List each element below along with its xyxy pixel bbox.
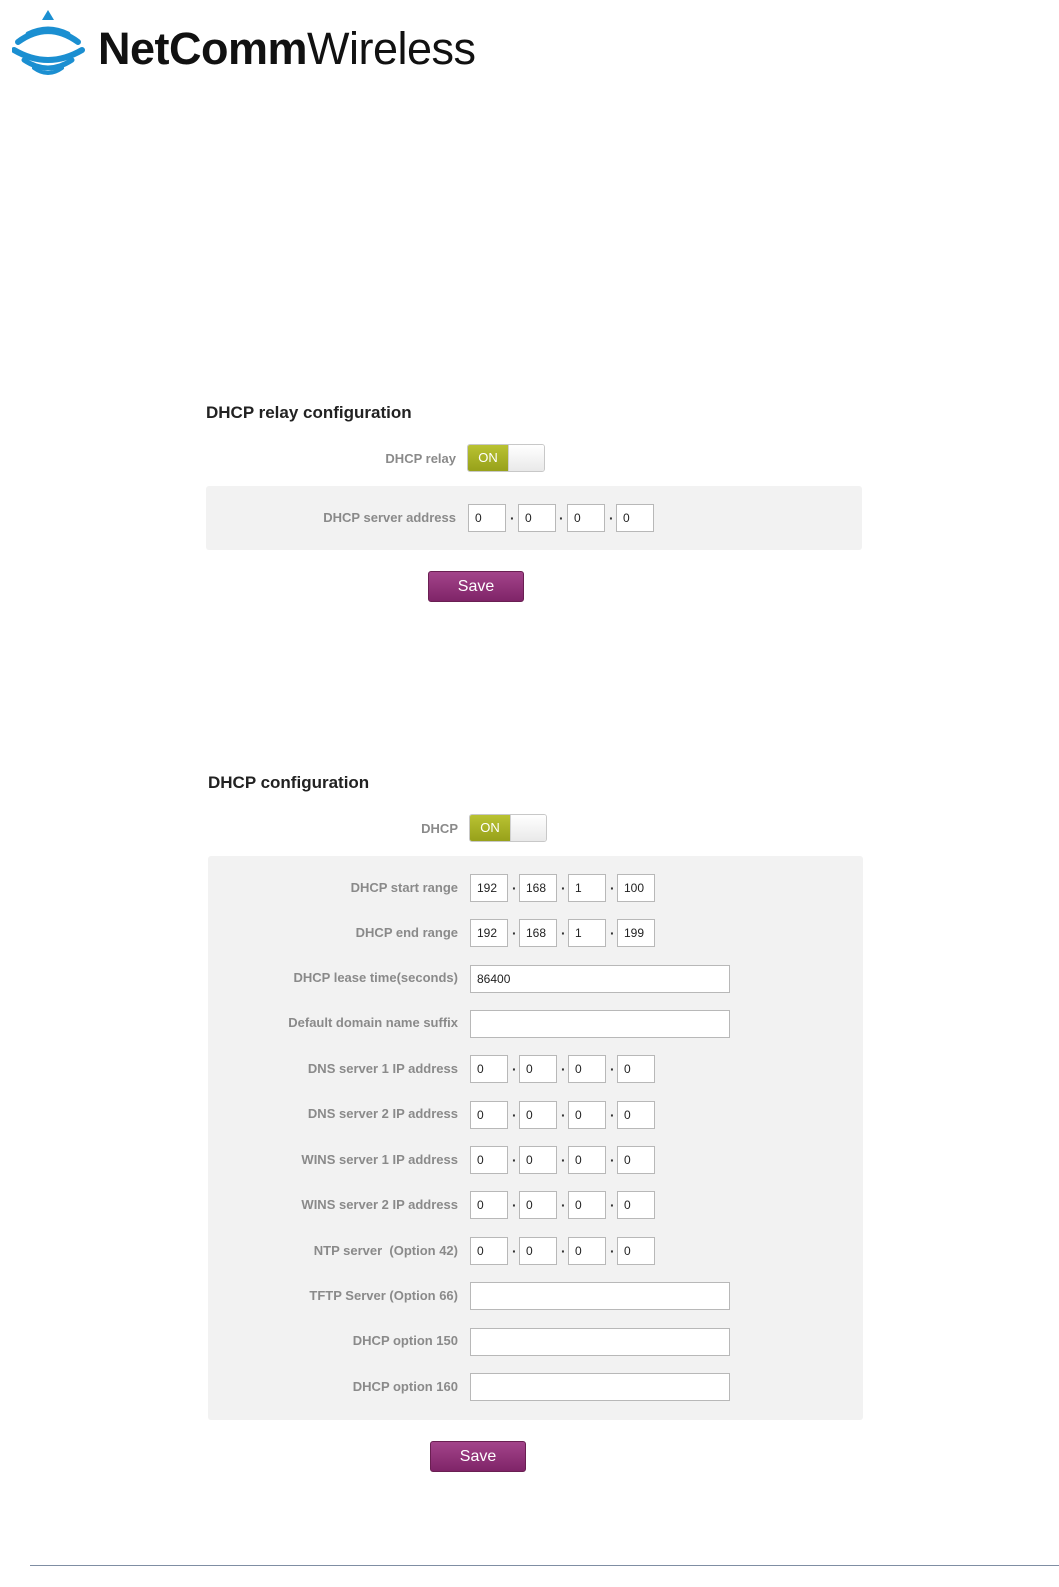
dhcp-lease-time-label: DHCP lease time(seconds) <box>293 970 459 985</box>
tftp-server-label: TFTP Server (Option 66) <box>309 1288 458 1303</box>
octet-separator: · <box>561 1243 566 1259</box>
octet-separator: · <box>561 1152 566 1168</box>
octet-separator: · <box>609 510 614 526</box>
relay-save-button[interactable]: Save <box>428 571 524 602</box>
dhcp-start-range-label: DHCP start range <box>350 880 458 895</box>
end-octet-2[interactable] <box>519 919 557 947</box>
octet-separator: · <box>512 880 517 896</box>
dns-server-2-label: DNS server 2 IP address <box>307 1106 458 1121</box>
wins1-octet-3[interactable] <box>568 1146 606 1174</box>
octet-separator: · <box>561 925 566 941</box>
relay-section-title: DHCP relay configuration <box>206 403 412 422</box>
wins2-octet-3[interactable] <box>568 1191 606 1219</box>
dhcp-option-150-input[interactable] <box>470 1328 730 1356</box>
ntp-octet-4[interactable] <box>617 1237 655 1265</box>
octet-separator: · <box>561 1107 566 1123</box>
octet-separator: · <box>561 1061 566 1077</box>
wifi-tower-logo-icon <box>12 10 85 75</box>
wins2-octet-4[interactable] <box>617 1191 655 1219</box>
octet-separator: · <box>512 1243 517 1259</box>
dhcp-option-160-label: DHCP option 160 <box>352 1379 458 1394</box>
netcomm-logo: NetCommWireless <box>12 10 502 76</box>
dns1-octet-3[interactable] <box>568 1055 606 1083</box>
start-octet-1[interactable] <box>470 874 508 902</box>
octet-separator: · <box>512 1152 517 1168</box>
dns2-octet-3[interactable] <box>568 1101 606 1129</box>
brand-name: NetCommWireless <box>98 24 476 74</box>
ntp-octet-2[interactable] <box>519 1237 557 1265</box>
default-domain-suffix-label: Default domain name suffix <box>288 1015 458 1030</box>
end-octet-3[interactable] <box>568 919 606 947</box>
octet-separator: · <box>512 1061 517 1077</box>
octet-separator: · <box>512 1197 517 1213</box>
brand-name-bold: NetComm <box>98 23 308 74</box>
octet-separator: · <box>610 1107 615 1123</box>
dhcp-toggle-label: DHCP <box>421 821 458 836</box>
wins2-octet-2[interactable] <box>519 1191 557 1219</box>
octet-separator: · <box>559 510 564 526</box>
wins1-octet-1[interactable] <box>470 1146 508 1174</box>
octet-separator: · <box>561 1197 566 1213</box>
brand-name-light: Wireless <box>307 23 476 74</box>
toggle-on-label: ON <box>468 445 508 471</box>
dhcp-lease-time-input[interactable] <box>470 965 730 993</box>
octet-separator: · <box>610 880 615 896</box>
end-octet-4[interactable] <box>617 919 655 947</box>
wins-server-2-label: WINS server 2 IP address <box>301 1197 458 1212</box>
dns1-octet-1[interactable] <box>470 1055 508 1083</box>
dhcp-relay-label: DHCP relay <box>385 451 456 466</box>
tftp-server-input[interactable] <box>470 1282 730 1310</box>
octet-separator: · <box>512 1107 517 1123</box>
wins1-octet-2[interactable] <box>519 1146 557 1174</box>
dhcp-server-octet-3[interactable] <box>567 504 605 532</box>
octet-separator: · <box>561 880 566 896</box>
octet-separator: · <box>610 1061 615 1077</box>
dhcp-server-address-label: DHCP server address <box>323 510 456 525</box>
dhcp-server-octet-1[interactable] <box>468 504 506 532</box>
start-octet-3[interactable] <box>568 874 606 902</box>
octet-separator: · <box>512 925 517 941</box>
octet-separator: · <box>610 1243 615 1259</box>
dns2-octet-2[interactable] <box>519 1101 557 1129</box>
dhcp-option-160-input[interactable] <box>470 1373 730 1401</box>
dhcp-save-button[interactable]: Save <box>430 1441 526 1472</box>
octet-separator: · <box>510 510 515 526</box>
footer-divider <box>30 1565 1059 1566</box>
dns2-octet-1[interactable] <box>470 1101 508 1129</box>
dns1-octet-2[interactable] <box>519 1055 557 1083</box>
default-domain-suffix-input[interactable] <box>470 1010 730 1038</box>
toggle-knob <box>510 815 546 841</box>
start-octet-4[interactable] <box>617 874 655 902</box>
dhcp-server-octet-2[interactable] <box>518 504 556 532</box>
dhcp-relay-toggle[interactable]: ON <box>467 444 545 472</box>
dns1-octet-4[interactable] <box>617 1055 655 1083</box>
dhcp-section-title: DHCP configuration <box>208 773 370 792</box>
dhcp-option-150-label: DHCP option 150 <box>352 1333 458 1348</box>
ntp-server-label: NTP server (Option 42) <box>313 1243 458 1258</box>
ntp-octet-3[interactable] <box>568 1237 606 1265</box>
wins-server-1-label: WINS server 1 IP address <box>301 1152 458 1167</box>
ntp-octet-1[interactable] <box>470 1237 508 1265</box>
start-octet-2[interactable] <box>519 874 557 902</box>
dns2-octet-4[interactable] <box>617 1101 655 1129</box>
wins1-octet-4[interactable] <box>617 1146 655 1174</box>
octet-separator: · <box>610 1152 615 1168</box>
dns-server-1-label: DNS server 1 IP address <box>307 1061 458 1076</box>
octet-separator: · <box>610 925 615 941</box>
dhcp-end-range-label: DHCP end range <box>355 925 458 940</box>
octet-separator: · <box>610 1197 615 1213</box>
dhcp-toggle[interactable]: ON <box>469 814 547 842</box>
end-octet-1[interactable] <box>470 919 508 947</box>
dhcp-server-octet-4[interactable] <box>616 504 654 532</box>
wins2-octet-1[interactable] <box>470 1191 508 1219</box>
toggle-on-label: ON <box>470 815 510 841</box>
toggle-knob <box>508 445 544 471</box>
